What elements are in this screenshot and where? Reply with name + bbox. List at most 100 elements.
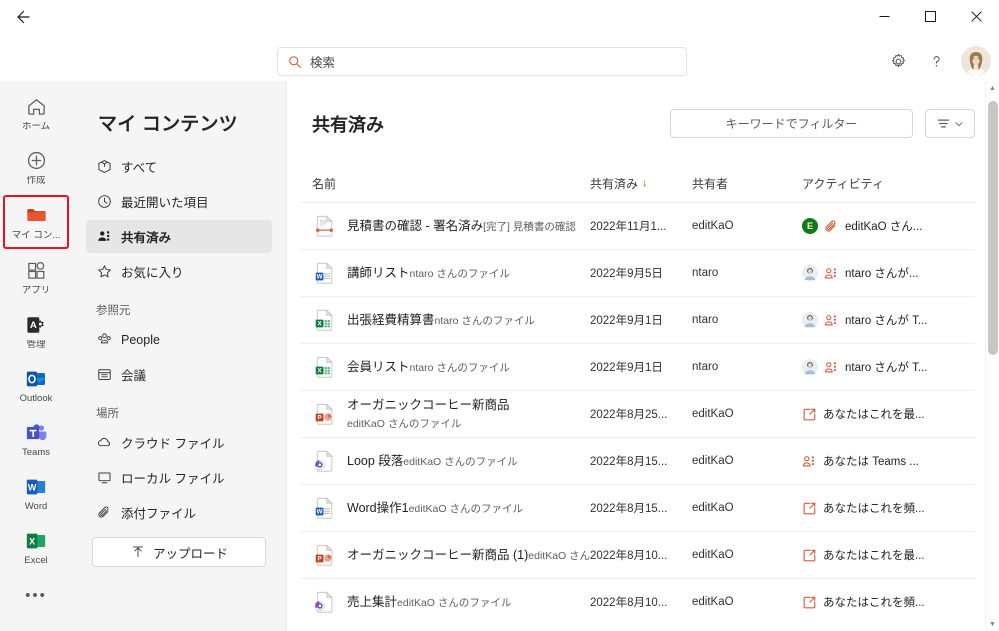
rail-item-excel[interactable]: X Excel — [4, 521, 68, 573]
file-name-cell[interactable]: X 出張経費精算書ntaro さんのファイル — [312, 307, 590, 333]
rail-item-admin[interactable]: A 管理 — [4, 305, 68, 357]
sidebar-item-all[interactable]: すべて — [86, 150, 272, 183]
shared-date-cell: 2022年8月10... — [590, 550, 668, 562]
table-row[interactable]: X 出張経費精算書ntaro さんのファイル 2022年9月1日 ntaro ntaro… — [300, 296, 975, 343]
column-header-activity[interactable]: アクティビティ — [802, 175, 975, 192]
filter-input[interactable]: キーワードでフィルター — [670, 109, 913, 138]
sharer-cell: editKaO — [692, 408, 734, 420]
svg-text:W: W — [316, 273, 322, 280]
activity-wrapper: ntaro さんが... — [802, 265, 975, 281]
close-button[interactable] — [953, 0, 999, 33]
file-title: 講師リスト — [347, 266, 410, 280]
scrollbar-thumb[interactable] — [988, 101, 998, 355]
sidebar-item-shared[interactable]: 共有済み — [86, 220, 272, 253]
table-header-row: 名前 共有済み ↓ 共有者 アクティビティ — [300, 168, 975, 198]
sidebar-item-label: すべて — [121, 161, 158, 175]
word-file-icon: W — [312, 260, 336, 286]
powerpoint-file-icon: P — [312, 542, 336, 568]
shared-date-cell: 2022年9月1日 — [590, 362, 663, 374]
sidebar-item-people[interactable]: People — [86, 323, 272, 356]
admin-icon: A — [24, 313, 48, 337]
sidebar-item-attachments[interactable]: 添付ファイル — [86, 496, 272, 529]
back-button[interactable] — [0, 0, 46, 33]
nav-section-place-label: 場所 — [96, 408, 119, 420]
minimize-button[interactable] — [861, 0, 907, 33]
activity-cell: ntaro さんが T... — [802, 359, 975, 375]
sidebar-item-local-files[interactable]: ローカル ファイル — [86, 461, 272, 494]
my-content-nav-panel: マイ コンテンツ すべて 最近開いた項目 共有済み お気に入り 参照元 Peop… — [72, 81, 287, 631]
rail-item-word[interactable]: W Word — [4, 467, 68, 519]
column-header-sharer[interactable]: 共有者 — [692, 175, 802, 192]
rail-item-outlook[interactable]: Outlook — [4, 359, 68, 411]
file-name-wrapper: オーガニックコーヒー新商品 (1)editKaO さんのファイル — [347, 546, 590, 564]
svg-text:A: A — [30, 320, 37, 331]
search-input[interactable]: 検索 — [277, 47, 687, 76]
rail-item-label: 作成 — [26, 175, 46, 186]
table-row[interactable]: P オーガニックコーヒー新商品 (1)editKaO さんのファイル2022年8月… — [300, 531, 975, 578]
sharer-cell: editKaO — [692, 549, 734, 561]
table-row[interactable]: W 講師リストntaro さんのファイル 2022年9月5日 ntaro ntaro さ… — [300, 249, 975, 296]
rail-item-label: マイ コン... — [11, 230, 61, 241]
settings-button[interactable] — [881, 44, 915, 78]
file-name-cell[interactable]: Loop 段落editKaO さんのファイル — [312, 448, 590, 474]
svg-text:P: P — [317, 555, 321, 562]
file-name-cell[interactable]: 売上集計editKaO さんのファイル — [312, 589, 590, 615]
scroll-down-arrow-icon[interactable]: ▼ — [986, 617, 999, 631]
file-title: オーガニックコーヒー新商品 (1) — [347, 548, 529, 562]
activity-text: ntaro さんが T... — [845, 362, 928, 374]
shared-date-cell: 2022年11月1... — [590, 221, 667, 233]
rail-item-teams[interactable]: Teams — [4, 413, 68, 465]
file-subtitle: editKaO さんのファイル — [403, 456, 518, 468]
table-row[interactable]: 見積書の確認 - 署名済み[完了] 見積書の確認 2022年11月1... edit… — [300, 202, 975, 249]
rail-item-apps[interactable]: アプリ — [4, 251, 68, 303]
table-row[interactable]: P オーガニックコーヒー新商品 editKaO さんのファイル 2022年8月25..… — [300, 390, 975, 437]
activity-cell: EeditKaO さん... — [802, 218, 975, 234]
powerpoint-file-icon: P — [312, 401, 336, 427]
table-rows: 見積書の確認 - 署名済み[完了] 見積書の確認 2022年11月1... edit… — [300, 202, 975, 625]
column-header-name[interactable]: 名前 — [312, 175, 590, 192]
file-title: Loop 段落 — [347, 454, 404, 468]
sidebar-item-meetings[interactable]: 会議 — [86, 358, 272, 391]
table-row[interactable]: Loop 段落editKaO さんのファイル 2022年8月15... editKa… — [300, 437, 975, 484]
plus-circle-icon — [24, 149, 48, 173]
excel-file-icon: X — [312, 307, 336, 333]
activity-text: あなたはこれを最... — [823, 409, 925, 421]
activity-text: ntaro さんが... — [845, 268, 919, 280]
rail-more-button[interactable]: ••• — [25, 587, 47, 604]
avatar[interactable] — [961, 46, 991, 76]
people-group-icon — [96, 332, 112, 348]
maximize-button[interactable] — [907, 0, 953, 33]
file-name-cell[interactable]: P オーガニックコーヒー新商品 (1)editKaO さんのファイル — [312, 542, 590, 568]
column-header-shared[interactable]: 共有済み ↓ — [590, 175, 692, 192]
file-name-wrapper: 見積書の確認 - 署名済み[完了] 見積書の確認 — [347, 217, 576, 235]
file-name-cell[interactable]: P オーガニックコーヒー新商品 editKaO さんのファイル — [312, 396, 590, 432]
sidebar-item-cloud-files[interactable]: クラウド ファイル — [86, 426, 272, 459]
app-rail: ホーム 作成 マイ コン... アプリ A 管理 Outlook Teams W… — [0, 81, 72, 631]
file-subtitle: editKaO さんのファイル — [408, 503, 523, 515]
scroll-up-arrow-icon[interactable]: ▲ — [986, 81, 999, 95]
rail-item-create[interactable]: 作成 — [4, 141, 68, 193]
file-name-cell[interactable]: W Word操作1editKaO さんのファイル — [312, 495, 590, 521]
vertical-scrollbar[interactable]: ▲ ▼ — [985, 81, 999, 631]
file-name-cell[interactable]: W 講師リストntaro さんのファイル — [312, 260, 590, 286]
table-row[interactable]: 売上集計editKaO さんのファイル 2022年8月10... editKaO あな… — [300, 578, 975, 625]
teams-icon — [24, 421, 48, 445]
rail-item-my-content[interactable]: マイ コン... — [3, 195, 69, 249]
file-name-wrapper: 会員リストntaro さんのファイル — [347, 358, 510, 376]
file-name-cell[interactable]: X 会員リストntaro さんのファイル — [312, 354, 590, 380]
column-header-shared-label: 共有済み — [590, 176, 639, 191]
rail-item-label: Teams — [22, 447, 50, 458]
sort-button[interactable] — [925, 109, 975, 138]
sidebar-item-recent[interactable]: 最近開いた項目 — [86, 185, 272, 218]
table-row[interactable]: W Word操作1editKaO さんのファイル 2022年8月15... editK… — [300, 484, 975, 531]
upload-button[interactable]: アップロード — [92, 537, 266, 567]
main-header: 共有済み キーワードでフィルター — [288, 81, 999, 138]
table-row[interactable]: X 会員リストntaro さんのファイル 2022年9月1日 ntaro ntaro さ… — [300, 343, 975, 390]
file-name-wrapper: 講師リストntaro さんのファイル — [347, 264, 510, 282]
sidebar-item-favorites[interactable]: お気に入り — [86, 255, 272, 288]
activity-wrapper: ntaro さんが T... — [802, 359, 975, 375]
file-name-cell[interactable]: 見積書の確認 - 署名済み[完了] 見積書の確認 — [312, 213, 590, 239]
rail-item-home[interactable]: ホーム — [4, 87, 68, 139]
help-button[interactable] — [919, 44, 953, 78]
svg-text:W: W — [28, 482, 37, 492]
